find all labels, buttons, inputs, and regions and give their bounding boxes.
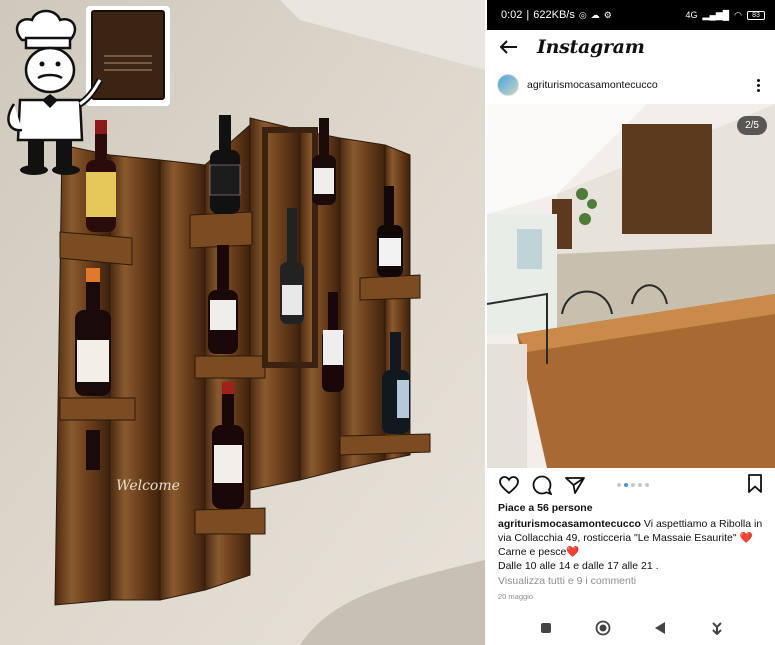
carousel-dot [631,483,635,487]
caption-username[interactable]: agriturismocasamontecucco [498,518,641,530]
signal-icon: ▂▄▆█ [702,9,730,20]
app-header: Instagram [487,30,775,64]
heart-icon[interactable] [498,474,520,496]
status-separator: | [526,9,530,21]
more-options-icon[interactable] [751,76,765,94]
recent-apps-icon[interactable] [535,617,557,639]
post-date: 20 maggio [498,592,534,601]
post-username[interactable]: agriturismocasamontecucco [527,79,658,91]
arrow-left-icon[interactable] [499,37,519,57]
carousel-dot [645,483,649,487]
avatar[interactable] [497,74,519,96]
status-network-speed: 622KB/s [533,9,575,21]
bookmark-icon[interactable] [747,474,765,494]
carousel-dot [617,483,621,487]
view-comments-link[interactable]: Visualizza tutti e 9 i commenti [498,575,636,587]
slide-counter: 2/5 [737,116,767,135]
chef-mascot-icon [7,6,170,175]
comment-icon[interactable] [531,474,553,496]
post-caption: agriturismocasamontecucco Vi aspettiamo … [498,517,770,573]
home-icon[interactable] [592,617,614,639]
caption-text-line3: Dalle 10 alle 14 e dalle 17 alle 21 . [498,560,659,572]
back-triangle-icon[interactable] [649,617,671,639]
carousel-dots [617,483,649,487]
battery-icon: 83 [747,10,765,20]
restaurant-interior-photo [487,104,775,468]
whatsapp-icon: ◎ [578,9,587,20]
carousel-dot-active [624,483,628,487]
wifi-icon: ◠ [734,9,742,20]
settings-icon: ⚙ [603,9,612,20]
cloud-icon: ☁ [590,9,600,20]
post-image[interactable]: 2/5 [487,104,775,468]
likes-count[interactable]: Piace a 56 persone [498,502,593,514]
signal-label: 4G [685,10,698,20]
status-bar: 0:02 | 622KB/s ◎ ☁ ⚙ 4G ▂▄▆█ ◠ 83 [487,0,775,30]
nav-menu-icon[interactable] [706,617,728,639]
welcome-sign-text: Welcome [116,478,180,494]
app-title: Instagram [537,36,645,58]
wine-rack-photo: Welcome [0,0,485,645]
instagram-phone-screen: 0:02 | 622KB/s ◎ ☁ ⚙ 4G ▂▄▆█ ◠ 83 Instag… [487,0,775,645]
carousel-dot [638,483,642,487]
caption-text-line2: Carne e pesce❤️ [498,546,580,558]
share-icon[interactable] [564,474,586,496]
status-time: 0:02 [501,9,523,21]
android-nav-bar [487,610,775,645]
post-header: agriturismocasamontecucco [487,68,775,102]
